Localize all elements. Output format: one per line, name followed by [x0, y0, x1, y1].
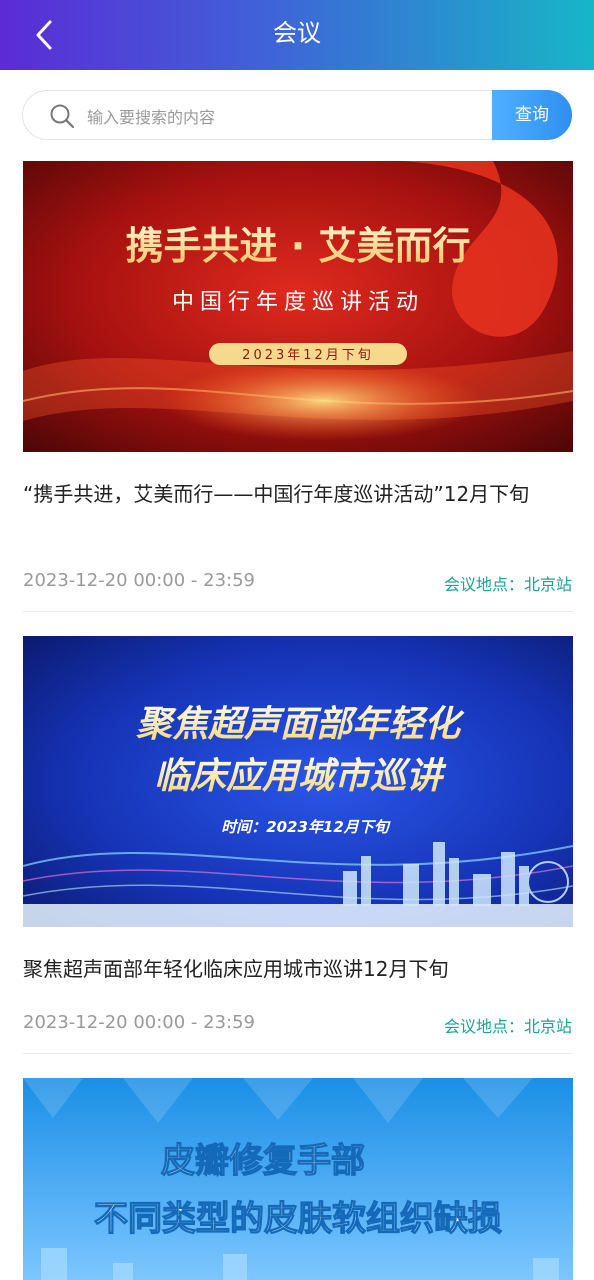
meeting-location: 会议地点：北京站: [443, 1017, 572, 1036]
banner-image: 皮瓣修复手部 不同类型的皮肤软组织缺损: [23, 1078, 573, 1280]
banner-line1: 聚焦超声面部年轻化: [136, 704, 465, 745]
banner-subline: 中国行年度巡讲活动: [172, 290, 424, 315]
meeting-banner-1[interactable]: 携手共进 · 艾美而行 中国行年度巡讲活动 2023年12月下旬: [23, 161, 573, 452]
meeting-location: 会议地点：北京站: [443, 575, 572, 594]
banner-line1: 皮瓣修复手部: [161, 1141, 365, 1181]
meeting-banner-2[interactable]: 聚焦超声面部年轻化 临床应用城市巡讲 时间：2023年12月下旬: [23, 636, 573, 927]
meeting-date: 2023-12-20 00:00 - 23:59: [23, 570, 256, 591]
banner-headline: 携手共进 · 艾美而行: [126, 224, 471, 268]
search-button[interactable]: 查询: [492, 90, 572, 140]
banner-time: 时间：2023年12月下旬: [221, 818, 392, 836]
meeting-banner-3[interactable]: 皮瓣修复手部 不同类型的皮肤软组织缺损: [23, 1078, 573, 1280]
divider: [23, 611, 573, 612]
top-bar: 会议: [0, 0, 594, 70]
search-input[interactable]: [85, 101, 489, 133]
search-icon: [50, 104, 75, 129]
banner-line2: 不同类型的皮肤软组织缺损: [94, 1199, 502, 1239]
banner-line2: 临床应用城市巡讲: [154, 756, 447, 797]
banner-image: 携手共进 · 艾美而行 中国行年度巡讲活动 2023年12月下旬: [23, 161, 573, 452]
search-bar: 查询: [22, 90, 572, 140]
divider: [23, 1053, 573, 1054]
banner-badge: 2023年12月下旬: [242, 348, 374, 363]
meeting-title[interactable]: 聚焦超声面部年轻化临床应用城市巡讲12月下旬: [23, 952, 573, 986]
meeting-title[interactable]: “携手共进，艾美而行——中国行年度巡讲活动”12月下旬: [23, 477, 573, 511]
meeting-date: 2023-12-20 00:00 - 23:59: [23, 1012, 256, 1033]
page-title: 会议: [273, 19, 321, 47]
banner-image: 聚焦超声面部年轻化 临床应用城市巡讲 时间：2023年12月下旬: [23, 636, 573, 927]
